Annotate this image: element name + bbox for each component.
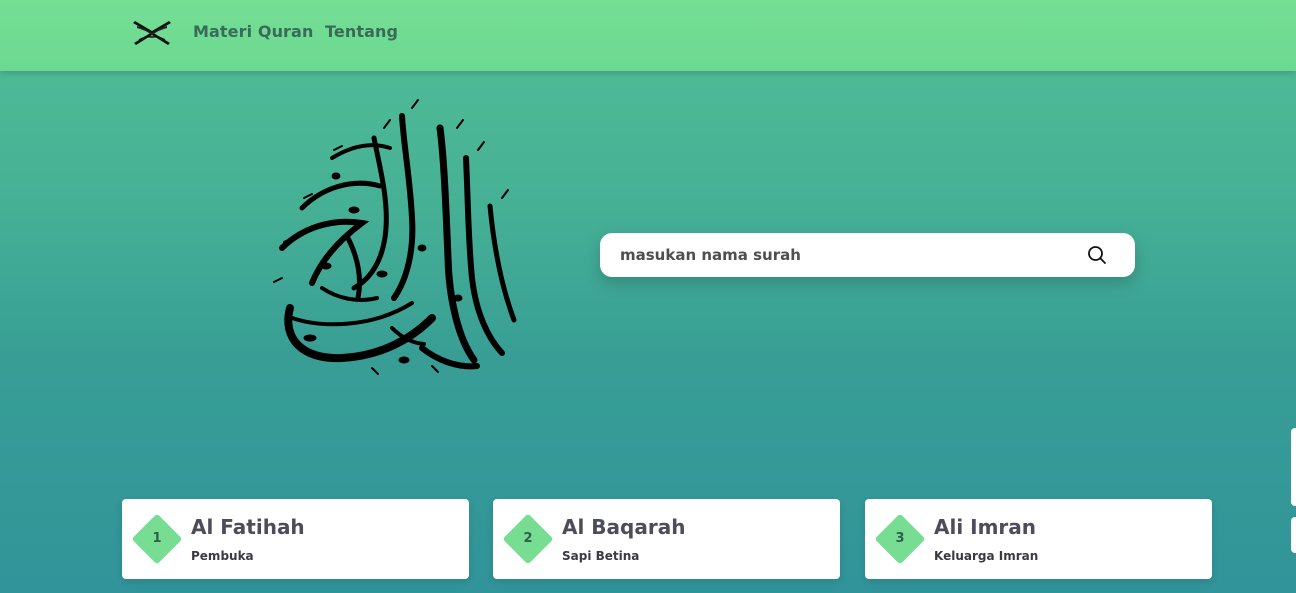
open-quran-book-icon[interactable] [131, 20, 173, 46]
top-navbar: Materi Quran Tentang [0, 0, 1296, 71]
search-input[interactable] [620, 233, 1060, 277]
surah-number: 1 [152, 531, 162, 546]
side-panel-edge[interactable] [1291, 517, 1296, 553]
al-quran-al-karim-calligraphy [273, 99, 517, 375]
nav-link-materi-quran[interactable]: Materi Quran [193, 22, 313, 41]
search-icon[interactable] [1086, 244, 1108, 266]
surah-number: 2 [523, 531, 533, 546]
surah-name: Al Baqarah [562, 515, 686, 539]
side-panel-edge[interactable] [1291, 428, 1296, 506]
surah-card[interactable]: 3 Ali Imran Keluarga Imran [865, 499, 1212, 579]
nav-link-tentang[interactable]: Tentang [325, 22, 398, 41]
surah-name: Ali Imran [934, 515, 1037, 539]
surah-meaning: Pembuka [191, 549, 254, 563]
surah-meaning: Keluarga Imran [934, 549, 1039, 563]
surah-number: 3 [895, 531, 905, 546]
surah-meaning: Sapi Betina [562, 549, 640, 563]
search-box [600, 233, 1135, 277]
surah-name: Al Fatihah [191, 515, 305, 539]
surah-card[interactable]: 2 Al Baqarah Sapi Betina [493, 499, 840, 579]
surah-card[interactable]: 1 Al Fatihah Pembuka [122, 499, 469, 579]
